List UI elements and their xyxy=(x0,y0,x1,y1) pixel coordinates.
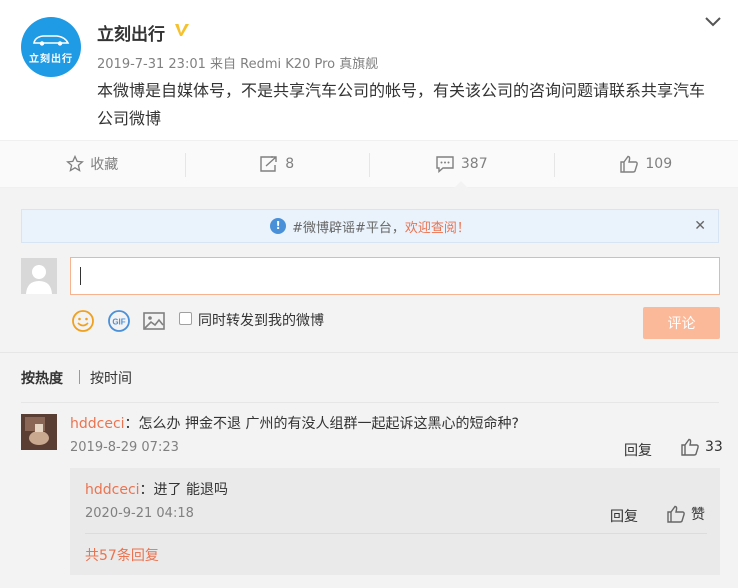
current-user-avatar xyxy=(21,258,57,294)
reply-time: 2020-9-21 04:18 xyxy=(85,506,194,521)
notice-prefix[interactable]: #微博辟谣#平台， xyxy=(292,217,405,236)
comment-text: ：怎么办 押金不退 广州的有没人组群一起起诉这黑心的短命种? xyxy=(124,416,519,432)
gif-icon[interactable]: GIF xyxy=(107,309,131,333)
thumbs-up-icon xyxy=(681,438,699,456)
comments-panel: ! #微博辟谣#平台， 欢迎查阅！ ✕ GIF 同时转发到我的微博 评论 按热度… xyxy=(0,188,738,588)
close-icon[interactable]: ✕ xyxy=(694,218,706,234)
car-logo-icon xyxy=(33,35,70,46)
avatar-logo-text: 立刻出行 xyxy=(29,54,73,65)
info-icon: ! xyxy=(270,218,287,234)
text-caret xyxy=(80,267,81,285)
reply-like-label: 赞 xyxy=(691,507,705,523)
commenter-photo-icon xyxy=(21,414,57,450)
favorite-button[interactable]: 收藏 xyxy=(0,141,185,187)
reply-divider xyxy=(85,533,707,534)
sort-divider xyxy=(79,370,80,384)
post-time[interactable]: 2019-7-31 23:01 xyxy=(97,57,206,72)
comment-like-button[interactable]: 33 xyxy=(680,438,723,456)
repost-checkbox-label[interactable]: 同时转发到我的微博 xyxy=(198,310,324,330)
source-prefix: 来自 xyxy=(210,57,237,72)
repost-count: 8 xyxy=(285,156,295,172)
sort-by-time[interactable]: 按时间 xyxy=(90,368,132,388)
notice-link[interactable]: 欢迎查阅！ xyxy=(405,217,470,236)
thumbs-up-icon xyxy=(667,505,685,523)
sort-by-hot[interactable]: 按热度 xyxy=(21,368,63,388)
verified-badge-icon[interactable] xyxy=(173,21,191,39)
sort-row: 按热度 按时间 xyxy=(0,352,738,402)
thumbs-up-icon xyxy=(620,155,639,173)
account-avatar[interactable]: 立刻出行 xyxy=(21,17,81,77)
reply-reply-button[interactable]: 回复 xyxy=(610,506,638,526)
comment-like-count: 33 xyxy=(705,439,723,455)
comment-username[interactable]: hddceci xyxy=(70,416,125,432)
reply-box: hddceci：进了 能退吗 2020-9-21 04:18 回复 赞 共57条… xyxy=(70,468,720,575)
more-replies-link[interactable]: 共57条回复 xyxy=(85,545,159,565)
emoji-icon[interactable] xyxy=(71,309,95,333)
post-text: 本微博是自媒体号，不是共享汽车公司的帐号，有关该公司的咨询问题请联系共享汽车公司… xyxy=(97,81,706,128)
chevron-down-icon[interactable] xyxy=(703,14,723,30)
comment-button[interactable]: 387 xyxy=(369,141,554,188)
comment-count: 387 xyxy=(460,156,488,172)
comment-icon xyxy=(436,156,454,173)
post-username[interactable]: 立刻出行 xyxy=(97,20,165,45)
post-source[interactable]: Redmi K20 Pro 真旗舰 xyxy=(240,57,378,72)
submit-comment-button[interactable]: 评论 xyxy=(643,307,720,339)
comment-reply-button[interactable]: 回复 xyxy=(624,440,652,460)
svg-text:GIF: GIF xyxy=(112,318,125,327)
like-count: 109 xyxy=(645,156,673,172)
reply-username[interactable]: hddceci xyxy=(85,482,140,498)
star-icon xyxy=(66,155,85,172)
reply-text-line: hddceci：进了 能退吗 xyxy=(85,479,228,499)
repost-icon xyxy=(260,156,277,172)
image-icon[interactable] xyxy=(142,309,166,333)
comment-divider xyxy=(21,402,719,403)
favorite-label: 收藏 xyxy=(90,157,119,173)
repost-button[interactable]: 8 xyxy=(184,141,370,187)
comment-time: 2019-8-29 07:23 xyxy=(70,440,179,455)
rumor-notice: ! #微博辟谣#平台， 欢迎查阅！ ✕ xyxy=(21,209,719,243)
action-bar: 收藏 8 387 109 xyxy=(0,140,738,188)
post-meta: 2019-7-31 23:01 来自 Redmi K20 Pro 真旗舰 xyxy=(97,53,378,72)
repost-checkbox[interactable] xyxy=(179,312,192,325)
reply-like-button[interactable]: 赞 xyxy=(666,504,705,524)
reply-text: ：进了 能退吗 xyxy=(139,482,228,498)
comment-text-line: hddceci：怎么办 押金不退 广州的有没人组群一起起诉这黑心的短命种? xyxy=(70,413,519,433)
like-button[interactable]: 109 xyxy=(553,141,738,187)
comment-input[interactable] xyxy=(70,257,720,295)
commenter-avatar[interactable] xyxy=(21,414,57,450)
default-user-icon xyxy=(26,265,52,294)
